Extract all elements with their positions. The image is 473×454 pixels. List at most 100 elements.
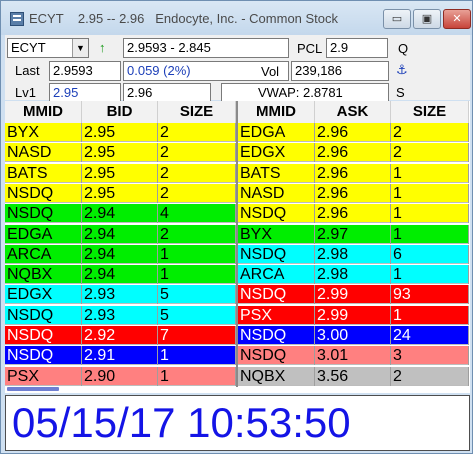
ask-row[interactable]: NSDQ 2.96 1 (238, 204, 469, 224)
ask-row[interactable]: NSDQ 3.01 3 (238, 346, 469, 366)
bid-row[interactable]: NSDQ 2.91 1 (5, 346, 236, 366)
ask-mmid: NSDQ (238, 326, 315, 345)
bid-mmid: PSX (5, 366, 82, 386)
bid-mmid: EDGX (5, 285, 82, 305)
minimize-button[interactable]: ▭ (383, 9, 411, 29)
close-button[interactable]: ✕ (443, 9, 471, 29)
ask-row[interactable]: NSDQ 3.00 24 (238, 326, 469, 345)
bid-size: 1 (158, 366, 236, 386)
bid-col-size[interactable]: SIZE (158, 101, 236, 123)
ask-size: 1 (391, 163, 469, 183)
ask-row[interactable]: NSDQ 2.99 93 (238, 285, 469, 305)
last-price-field[interactable]: 2.9593 (49, 61, 121, 81)
level2-book: MMID BID SIZE BYX 2.95 2 NASD 2.95 2 BATS 2.95 2… (5, 101, 470, 391)
scroll-thumb[interactable] (7, 387, 59, 391)
bid-mmid: EDGA (5, 224, 82, 244)
anchor-icon[interactable]: ⚓ (396, 62, 408, 80)
bid-size: 4 (158, 204, 236, 224)
bid-row[interactable]: NSDQ 2.94 4 (5, 204, 236, 224)
volume-field[interactable]: 239,186 (291, 61, 389, 81)
ask-size: 1 (391, 204, 469, 224)
bid-price: 2.94 (82, 224, 158, 244)
ask-mmid: BATS (238, 163, 315, 183)
bid-price: 2.93 (82, 285, 158, 305)
lv1-label: Lv1 (15, 85, 36, 100)
ask-size: 1 (391, 305, 469, 325)
bid-price: 2.95 (82, 123, 158, 142)
ask-col-size[interactable]: SIZE (391, 101, 469, 123)
ask-price: 2.98 (315, 244, 391, 264)
symbol-select[interactable]: ECYT ▼ (7, 38, 89, 58)
bid-row[interactable]: EDGA 2.94 2 (5, 224, 236, 244)
lv1-bid-field[interactable]: 2.95 (49, 83, 121, 103)
ask-row[interactable]: NASD 2.96 1 (238, 183, 469, 203)
ask-size: 3 (391, 346, 469, 366)
bid-row[interactable]: BYX 2.95 2 (5, 123, 236, 142)
title-bar[interactable]: ECYT 2.95 -- 2.96 Endocyte, Inc. - Commo… (1, 1, 472, 35)
bid-row[interactable]: NSDQ 2.93 5 (5, 305, 236, 325)
pcl-field[interactable]: 2.9 (326, 38, 388, 58)
chevron-down-icon[interactable]: ▼ (72, 39, 88, 57)
ask-col-mmid[interactable]: MMID (238, 101, 315, 123)
bid-row[interactable]: NSDQ 2.92 7 (5, 326, 236, 345)
bid-col-mmid[interactable]: MMID (5, 101, 82, 123)
bid-price: 2.94 (82, 204, 158, 224)
bid-price: 2.90 (82, 366, 158, 386)
ask-price: 2.97 (315, 224, 391, 244)
bid-row[interactable]: BATS 2.95 2 (5, 163, 236, 183)
ask-row[interactable]: BATS 2.96 1 (238, 163, 469, 183)
bid-size: 2 (158, 183, 236, 203)
ask-row[interactable]: NQBX 3.56 2 (238, 366, 469, 386)
volume-label: Vol (261, 64, 280, 79)
ask-row[interactable]: EDGX 2.96 2 (238, 143, 469, 163)
bid-col-price[interactable]: BID (82, 101, 158, 123)
bid-price: 2.94 (82, 265, 158, 285)
s-button[interactable]: S (396, 84, 405, 102)
ask-table: MMID ASK SIZE EDGA 2.96 2 EDGX 2.96 2 BATS 2.96… (238, 101, 469, 391)
title-range: 2.95 -- 2.96 (77, 11, 145, 26)
ask-mmid: NSDQ (238, 244, 315, 264)
ask-col-price[interactable]: ASK (315, 101, 391, 123)
ask-mmid: NASD (238, 183, 315, 203)
ask-row[interactable]: PSX 2.99 1 (238, 305, 469, 325)
lv1-ask-field[interactable]: 2.96 (123, 83, 211, 103)
quote-button[interactable]: Q (398, 40, 408, 58)
ask-mmid: EDGX (238, 143, 315, 163)
bid-mmid: BYX (5, 123, 82, 142)
day-range-field[interactable]: 2.9593 - 2.845 (123, 38, 289, 58)
ask-price: 3.00 (315, 326, 391, 345)
bid-row[interactable]: ARCA 2.94 1 (5, 244, 236, 264)
ask-size: 93 (391, 285, 469, 305)
bid-size: 2 (158, 123, 236, 142)
bid-row[interactable]: NASD 2.95 2 (5, 143, 236, 163)
vwap-field[interactable]: VWAP: 2.8781 (221, 83, 389, 103)
bid-mmid: NQBX (5, 265, 82, 285)
bid-row[interactable]: EDGX 2.93 5 (5, 285, 236, 305)
bid-price: 2.91 (82, 346, 158, 366)
bid-price: 2.95 (82, 143, 158, 163)
title-company: Endocyte, Inc. - Common Stock (155, 11, 339, 26)
bid-mmid: NSDQ (5, 204, 82, 224)
window-title: ECYT 2.95 -- 2.96 Endocyte, Inc. - Commo… (29, 11, 338, 26)
ask-price: 2.96 (315, 204, 391, 224)
bid-table: MMID BID SIZE BYX 2.95 2 NASD 2.95 2 BATS 2.95 2… (5, 101, 236, 391)
ask-mmid: EDGA (238, 123, 315, 142)
ask-price: 2.96 (315, 183, 391, 203)
ask-row[interactable]: ARCA 2.98 1 (238, 265, 469, 285)
bid-row[interactable]: NSDQ 2.95 2 (5, 183, 236, 203)
ask-mmid: NSDQ (238, 285, 315, 305)
ask-row[interactable]: NSDQ 2.98 6 (238, 244, 469, 264)
ask-mmid: NSDQ (238, 204, 315, 224)
bid-row[interactable]: PSX 2.90 1 (5, 366, 236, 386)
ask-row[interactable]: EDGA 2.96 2 (238, 123, 469, 142)
ask-price: 2.99 (315, 285, 391, 305)
bid-size: 2 (158, 224, 236, 244)
bid-row[interactable]: NQBX 2.94 1 (5, 265, 236, 285)
ask-size: 1 (391, 224, 469, 244)
bid-size: 1 (158, 346, 236, 366)
horizontal-scrollbar[interactable] (5, 387, 470, 393)
time-display: 05/15/17 10:53:50 (5, 395, 470, 451)
ask-size: 2 (391, 143, 469, 163)
ask-row[interactable]: BYX 2.97 1 (238, 224, 469, 244)
maximize-button[interactable]: ▣ (413, 9, 441, 29)
